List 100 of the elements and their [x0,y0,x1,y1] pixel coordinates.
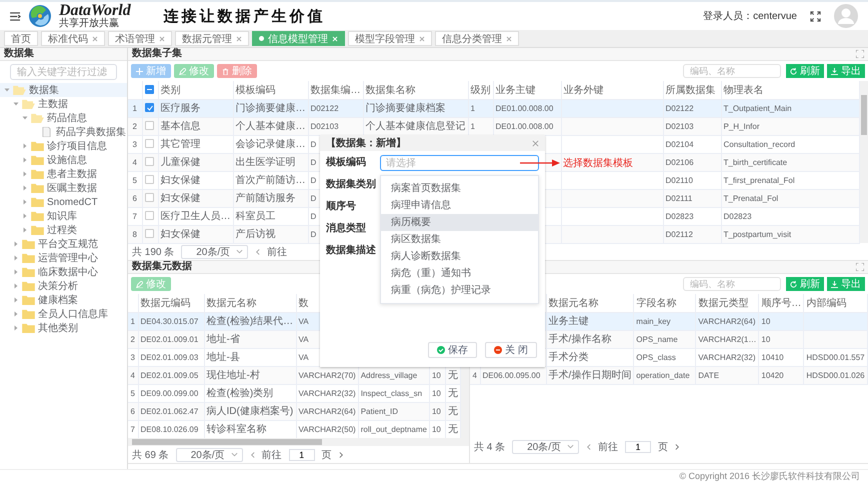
table-cell: T_birth_certificate [724,158,788,166]
table-cell: 10420 [761,370,784,380]
table-cell: DE01.00.008.00 [496,122,554,130]
table-cell: Address_village [360,370,418,380]
field-label: 消息类型 [326,222,367,236]
table-cell: D [310,194,316,202]
table-cell: D [310,176,316,184]
table-cell: 妇女保健 [160,193,200,204]
node-label: 药品信息 [47,112,87,125]
panel-title: 数据集元数据 [132,261,192,273]
table-cell: 4 [132,158,137,166]
node-label: 患者主数据 [47,168,97,181]
table-cell: D02104 [666,140,694,148]
table-cell: 4 [130,370,135,380]
table-cell: 妇女保健 [160,175,200,186]
table-cell: 1 [130,316,135,326]
table-cell: 地址-省 [206,334,240,345]
goto-label: 前往 [267,246,288,258]
table-cell: 10 [761,316,770,326]
table-cell: 无 [448,424,458,435]
table-cell: 检查(检验)类别 [206,388,274,399]
table-cell: HDSD00.01.026 [806,370,865,380]
table-cell: VARCHAR2(32) [698,352,756,362]
table-cell: 病人ID(健康档案号) [206,406,294,417]
table-cell: D02112 [666,230,693,238]
table-cell: OPS_class [636,352,676,362]
table-cell: 门诊摘要健康… [236,103,306,114]
table-cell: 手术分类 [548,352,588,363]
node-label: 决策分析 [38,280,78,293]
node-label: SnomedCT [47,196,98,208]
table-cell: D02823 [666,212,694,220]
table-cell: 个人基本健康信息登记 [366,121,466,132]
table-cell: D [310,230,316,238]
table-cell: Consultation_record [724,140,796,148]
field-label: 数据集描述 [326,244,377,258]
panel-title: 数据集 [4,48,34,60]
table-cell: 产后访视 [236,229,276,240]
table-cell: 业务主键 [548,316,588,327]
table-cell: roll_out_deptname [360,424,427,434]
node-label: 健康档案 [38,294,78,307]
table-cell: D02103 [666,122,694,130]
table-cell: 手术/操作日期时间 [548,370,632,381]
table-cell: 出生医学证明 [236,157,296,168]
node-label: 其他类别 [38,322,78,335]
table-cell: 10410 [761,352,784,362]
table-cell: 产前随访服务 [236,193,296,204]
table-cell: main_key [636,316,671,326]
table-cell: 7 [130,424,135,434]
table-cell: DE02.01.009.05 [140,370,198,380]
table-cell: VA [298,352,309,362]
table-cell: D02110 [666,176,693,184]
table-cell: DE09.00.099.00 [140,388,198,398]
user-label: 登录人员：centervue [703,10,797,23]
slogan: 连接让数据产生价值 [164,6,326,26]
node-label: 知识库 [47,210,77,223]
table-cell: 2 [132,122,137,130]
total-count: 共 190 条 [132,246,174,258]
brand-tagline: 共享开放共赢 [59,19,120,29]
table-cell: 无 [448,388,458,399]
total-count: 共 4 条 [474,440,506,454]
table-cell: D02122 [310,104,339,112]
table-cell: Inspect_class_sn [360,388,422,398]
table-cell: VA [298,316,309,326]
table-cell: T_Outpatient_Main [724,104,792,112]
table-cell: D02111 [666,194,692,202]
table-cell: 2 [130,334,135,344]
table-cell: D02103 [310,122,339,130]
node-label: 运营管理中心 [38,252,98,265]
table-cell: operation_date [636,370,690,380]
table-cell: D [310,158,316,166]
table-cell: DE08.10.026.09 [140,424,198,434]
node-label: 平台交互规范 [38,238,98,251]
table-cell: 10 [432,370,441,380]
table-cell: D [310,212,316,220]
node-label: 全员人口信息库 [38,308,108,321]
table-cell: DATE [698,370,720,380]
table-cell: 5 [132,176,137,184]
table-cell: 儿童保健 [160,157,200,168]
table-cell: D02823 [724,212,752,220]
field-label: 顺序号 [326,199,357,214]
table-cell: 10 [432,388,441,398]
table-cell: 妇女保健 [160,229,200,240]
node-label: 医嘱主数据 [47,182,97,195]
table-cell: VARCHAR2(70) [298,370,356,380]
table-cell: VARCHAR2(64) [698,316,756,326]
node-label: 过程类 [47,224,77,237]
table-cell: 医疗服务 [160,103,200,114]
table-cell: T_Prenatal_Fol [724,194,778,202]
table-cell: DE06.00.095.00 [482,370,540,380]
table-cell: 个人基本健康… [236,121,306,132]
table-cell: 1 [470,104,475,112]
page-unit-label: 页 [322,448,332,462]
table-cell: 门诊摘要健康档案 [366,103,446,114]
table-cell: 转诊科室名称 [206,424,266,435]
table-cell: VARCHAR2(64) [298,406,356,416]
node-label: 设施信息 [47,154,87,167]
table-cell: OPS_name [636,334,678,344]
table-cell: 现住地址-村 [206,370,260,381]
field-label: 数据集类别 [326,178,377,192]
table-cell: 其它管理 [160,139,200,150]
